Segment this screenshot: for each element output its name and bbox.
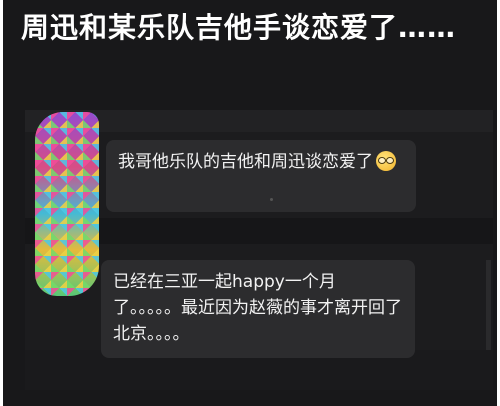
chat-message-2: 已经在三亚一起happy一个月了。。。。。最近因为赵薇的事才离开回了北京。。。。: [101, 260, 415, 358]
chat-message-2-text: 已经在三亚一起happy一个月了。。。。。最近因为赵薇的事才离开回了北京。。。。: [113, 272, 402, 344]
chat-message-1-text: 我哥他乐队的吉他和周迅谈恋爱了: [118, 152, 373, 172]
scroll-strip: [486, 260, 491, 350]
headline: 周迅和某乐队吉他手谈恋爱了……: [21, 11, 457, 44]
speck: [270, 198, 273, 201]
pixelated-avatar: [35, 112, 99, 296]
post-frame: 周迅和某乐队吉他手谈恋爱了…… 我哥他乐队的吉他和周迅谈恋爱了 已经在三亚一起h…: [3, 0, 497, 406]
nerd-face-icon: [376, 151, 396, 171]
chat-screenshot: 我哥他乐队的吉他和周迅谈恋爱了 已经在三亚一起happy一个月了。。。。。最近因…: [25, 110, 493, 390]
chat-message-1: 我哥他乐队的吉他和周迅谈恋爱了: [106, 140, 416, 212]
